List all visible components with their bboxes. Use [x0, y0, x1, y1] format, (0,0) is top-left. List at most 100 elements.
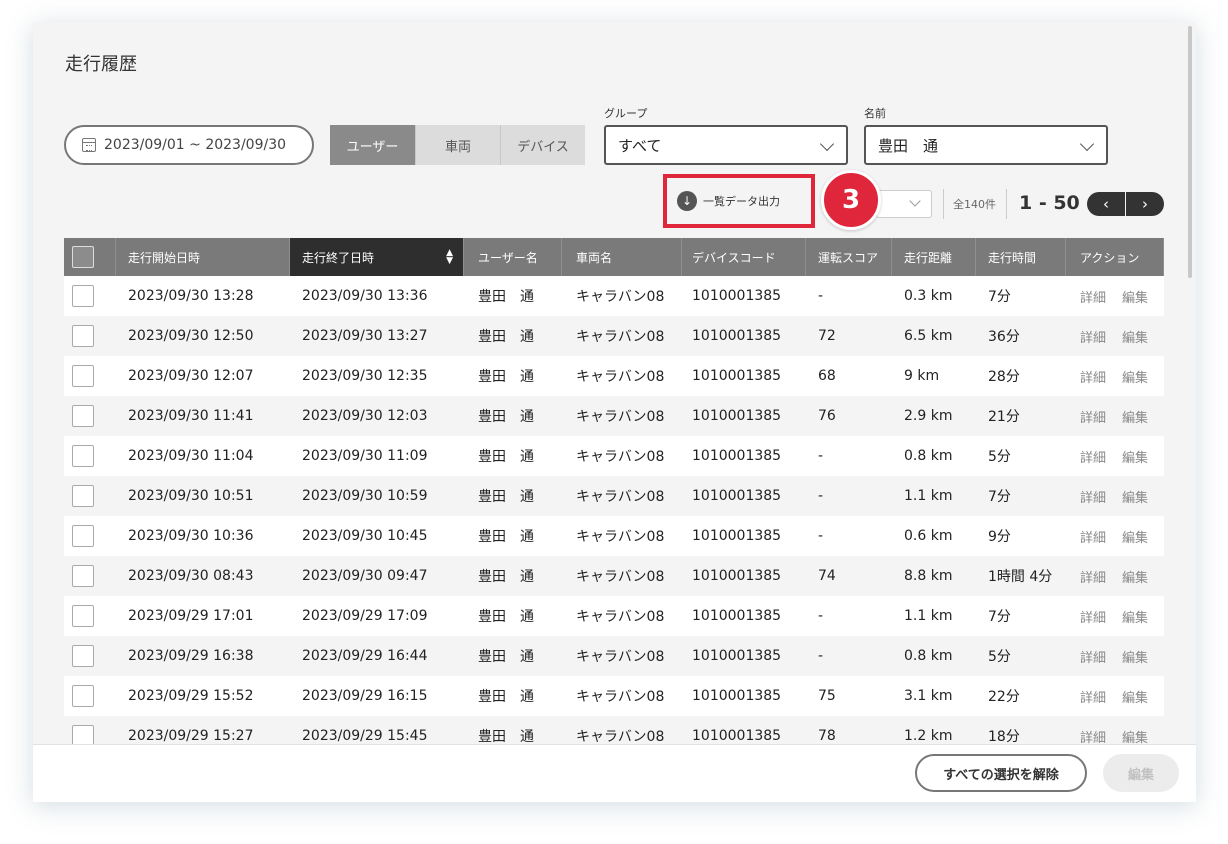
- cell-distance: 9 km: [904, 368, 940, 384]
- cell-start-time: 2023/09/29 15:52: [128, 688, 254, 704]
- clear-selection-button[interactable]: すべての選択を解除: [915, 754, 1087, 792]
- prev-page-button[interactable]: ‹: [1087, 192, 1125, 216]
- name-select-value: 豊田 通: [878, 136, 939, 155]
- col-header-end[interactable]: 走行終了日時 ▲ ▼: [290, 238, 464, 276]
- export-list-button[interactable]: ↓ 一覧データ出力: [663, 174, 815, 228]
- tab-vehicle[interactable]: 車両: [415, 125, 500, 165]
- table-row[interactable]: 2023/09/30 11:41 2023/09/30 12:03 豊田 通 キャラバ…: [64, 396, 1164, 436]
- page-range: 1 - 50: [1019, 192, 1080, 214]
- table-row[interactable]: 2023/09/29 16:38 2023/09/29 16:44 豊田 通 キャラバ…: [64, 636, 1164, 676]
- row-checkbox[interactable]: [72, 605, 94, 627]
- detail-link[interactable]: 詳細: [1080, 287, 1106, 306]
- row-checkbox[interactable]: [72, 485, 94, 507]
- detail-link[interactable]: 詳細: [1080, 447, 1106, 466]
- tab-device[interactable]: デバイス: [500, 125, 585, 165]
- detail-link[interactable]: 詳細: [1080, 567, 1106, 586]
- table-row[interactable]: 2023/09/29 15:52 2023/09/29 16:15 豊田 通 キャラバ…: [64, 676, 1164, 716]
- row-checkbox[interactable]: [72, 525, 94, 547]
- step-badge: 3: [821, 170, 881, 230]
- row-checkbox[interactable]: [72, 365, 94, 387]
- table-header: 走行開始日時 走行終了日時 ▲ ▼ ユーザー名 車両名 デバイスコード 運転スコア…: [64, 238, 1164, 276]
- edit-link[interactable]: 編集: [1122, 527, 1148, 546]
- row-checkbox[interactable]: [72, 565, 94, 587]
- edit-link[interactable]: 編集: [1122, 287, 1148, 306]
- detail-link[interactable]: 詳細: [1080, 327, 1106, 346]
- edit-link[interactable]: 編集: [1122, 447, 1148, 466]
- table-row[interactable]: 2023/09/30 12:07 2023/09/30 12:35 豊田 通 キャラバ…: [64, 356, 1164, 396]
- col-header-distance[interactable]: 走行距離: [892, 238, 976, 276]
- cell-distance: 0.8 km: [904, 448, 953, 464]
- col-header-device[interactable]: デバイスコード: [682, 238, 806, 276]
- row-checkbox[interactable]: [72, 285, 94, 307]
- detail-link[interactable]: 詳細: [1080, 687, 1106, 706]
- col-header-start[interactable]: 走行開始日時: [116, 238, 290, 276]
- per-page-select[interactable]: [876, 190, 932, 218]
- cell-end-time: 2023/09/30 13:36: [302, 288, 428, 304]
- table-row[interactable]: 2023/09/29 17:01 2023/09/29 17:09 豊田 通 キャラバ…: [64, 596, 1164, 636]
- row-checkbox[interactable]: [72, 325, 94, 347]
- cell-device-code: 1010001385: [692, 488, 782, 504]
- cell-device-code: 1010001385: [692, 648, 782, 664]
- edit-link[interactable]: 編集: [1122, 487, 1148, 506]
- col-header-score[interactable]: 運転スコア: [806, 238, 892, 276]
- col-header-user[interactable]: ユーザー名: [464, 238, 562, 276]
- cell-duration: 22分: [988, 689, 1020, 705]
- row-checkbox[interactable]: [72, 685, 94, 707]
- page-title: 走行履歴: [65, 54, 137, 75]
- row-checkbox[interactable]: [72, 405, 94, 427]
- detail-link[interactable]: 詳細: [1080, 487, 1106, 506]
- edit-link[interactable]: 編集: [1122, 607, 1148, 626]
- cell-start-time: 2023/09/30 13:28: [128, 288, 254, 304]
- name-select[interactable]: 豊田 通: [864, 125, 1108, 165]
- detail-link[interactable]: 詳細: [1080, 527, 1106, 546]
- row-checkbox[interactable]: [72, 445, 94, 467]
- cell-vehicle-name: キャラバン08: [576, 529, 665, 545]
- edit-link[interactable]: 編集: [1122, 407, 1148, 426]
- tab-user[interactable]: ユーザー: [330, 125, 415, 165]
- date-range-text: 2023/09/01 ~ 2023/09/30: [104, 137, 287, 153]
- cell-duration: 7分: [988, 289, 1011, 305]
- detail-link[interactable]: 詳細: [1080, 367, 1106, 386]
- cell-user-name: 豊田 通: [478, 329, 534, 345]
- select-all-checkbox[interactable]: [72, 246, 94, 268]
- cell-user-name: 豊田 通: [478, 409, 534, 425]
- detail-link[interactable]: 詳細: [1080, 647, 1106, 666]
- cell-end-time: 2023/09/29 16:15: [302, 688, 428, 704]
- detail-link[interactable]: 詳細: [1080, 407, 1106, 426]
- next-page-button[interactable]: ›: [1126, 192, 1164, 216]
- col-header-duration[interactable]: 走行時間: [976, 238, 1066, 276]
- edit-link[interactable]: 編集: [1122, 567, 1148, 586]
- edit-link[interactable]: 編集: [1122, 327, 1148, 346]
- view-tabs: ユーザー 車両 デバイス: [330, 125, 585, 165]
- table-row[interactable]: 2023/09/30 12:50 2023/09/30 13:27 豊田 通 キャラバ…: [64, 316, 1164, 356]
- edit-link[interactable]: 編集: [1122, 367, 1148, 386]
- table-row[interactable]: 2023/09/30 10:36 2023/09/30 10:45 豊田 通 キャラバ…: [64, 516, 1164, 556]
- cell-distance: 1.1 km: [904, 488, 953, 504]
- cell-driving-score: -: [818, 648, 824, 664]
- group-select[interactable]: すべて: [604, 125, 848, 165]
- detail-link[interactable]: 詳細: [1080, 607, 1106, 626]
- table-row[interactable]: 2023/09/30 13:28 2023/09/30 13:36 豊田 通 キャラバ…: [64, 276, 1164, 316]
- cell-vehicle-name: キャラバン08: [576, 369, 665, 385]
- col-header-vehicle[interactable]: 車両名: [562, 238, 682, 276]
- edit-link[interactable]: 編集: [1122, 727, 1148, 746]
- date-range-picker[interactable]: 2023/09/01 ~ 2023/09/30: [64, 125, 314, 165]
- detail-link[interactable]: 詳細: [1080, 727, 1106, 746]
- cell-distance: 0.6 km: [904, 528, 953, 544]
- table-row[interactable]: 2023/09/30 11:04 2023/09/30 11:09 豊田 通 キャラバ…: [64, 436, 1164, 476]
- cell-duration: 21分: [988, 409, 1020, 425]
- scrollbar[interactable]: [1188, 26, 1192, 278]
- name-label: 名前: [864, 107, 886, 120]
- edit-link[interactable]: 編集: [1122, 647, 1148, 666]
- table-row[interactable]: 2023/09/30 10:51 2023/09/30 10:59 豊田 通 キャラバ…: [64, 476, 1164, 516]
- table-row[interactable]: 2023/09/30 08:43 2023/09/30 09:47 豊田 通 キャラバ…: [64, 556, 1164, 596]
- cell-end-time: 2023/09/30 11:09: [302, 448, 428, 464]
- edit-link[interactable]: 編集: [1122, 687, 1148, 706]
- row-checkbox[interactable]: [72, 645, 94, 667]
- cell-device-code: 1010001385: [692, 408, 782, 424]
- cell-vehicle-name: キャラバン08: [576, 409, 665, 425]
- cell-end-time: 2023/09/30 13:27: [302, 328, 428, 344]
- cell-driving-score: -: [818, 448, 824, 464]
- divider: [943, 189, 944, 219]
- bulk-edit-button[interactable]: 編集: [1103, 754, 1179, 792]
